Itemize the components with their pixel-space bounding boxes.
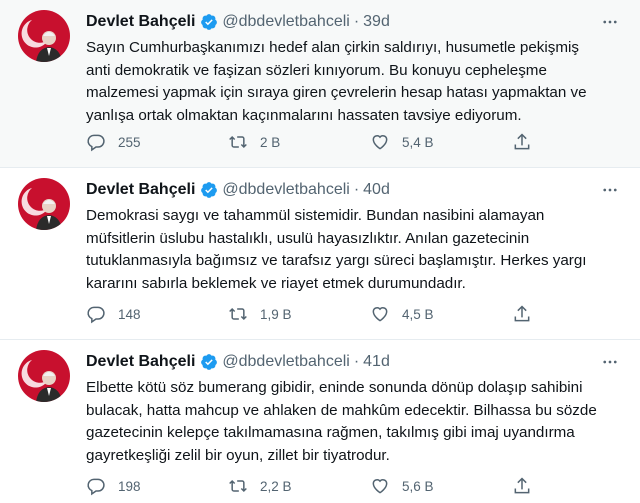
- reply-icon: [87, 134, 105, 152]
- separator-dot: ·: [353, 13, 360, 30]
- tweet-line: gazetecinin kelepçe takılmamasına rağmen…: [86, 424, 575, 441]
- heart-icon: [372, 135, 388, 150]
- retweet-button[interactable]: 2,2 B: [228, 475, 292, 497]
- reply-button[interactable]: 198: [86, 475, 141, 497]
- avatar[interactable]: [18, 350, 70, 402]
- tweet-line: tutuklanmasıyla bağımsız ve tarafsız yar…: [86, 252, 587, 269]
- avatar[interactable]: [18, 178, 70, 230]
- author-handle[interactable]: @dbdevletbahceli: [222, 12, 349, 32]
- retweet-button[interactable]: 2 B: [228, 131, 280, 153]
- separator-dot: ·: [353, 353, 360, 370]
- retweet-button[interactable]: 1,9 B: [228, 303, 292, 325]
- tweet[interactable]: Devlet Bahçeli @dbdevletbahceli · 40d De…: [0, 168, 640, 340]
- tweet-text: Sayın Cumhurbaşkanımızı hedef alan çirki…: [86, 37, 622, 127]
- retweet-icon: [229, 479, 247, 493]
- author-name[interactable]: Devlet Bahçeli: [86, 12, 195, 32]
- reply-count: 198: [118, 478, 141, 494]
- tweet-text: Elbette kötü söz bumerang gibidir, enind…: [86, 377, 622, 467]
- retweet-count: 2 B: [260, 134, 281, 150]
- tweet-line: Elbette kötü söz bumerang gibidir, enind…: [86, 379, 583, 396]
- retweet-count: 2,2 B: [260, 478, 292, 494]
- tweet-line: bulacak, hatta mahcup ve ahlaken de mahk…: [86, 401, 597, 419]
- like-button[interactable]: 5,4 B: [370, 131, 434, 153]
- more-options-icon[interactable]: [598, 10, 622, 34]
- tweet[interactable]: Devlet Bahçeli @dbdevletbahceli · 41d El…: [0, 340, 640, 503]
- retweet-count: 1,9 B: [260, 306, 292, 322]
- like-count: 5,6 B: [402, 478, 434, 494]
- tweet-line: gayretkeşliği zelil bir oyun, zillet bir…: [86, 446, 390, 464]
- reply-count: 148: [118, 306, 141, 322]
- share-button[interactable]: [512, 475, 532, 497]
- tweet-line: müfsitlerin üslubu hastalıklı, usulü hay…: [86, 229, 530, 247]
- share-icon: [514, 133, 530, 150]
- like-button[interactable]: 4,5 B: [370, 303, 434, 325]
- share-button[interactable]: [512, 131, 532, 153]
- tweet-actions: 198 2,2 B 5,6 B: [86, 475, 556, 497]
- like-count: 5,4 B: [402, 134, 434, 150]
- avatar[interactable]: [18, 10, 70, 62]
- tweet-line: Demokrasi saygı ve tahammül sistemidir. …: [86, 207, 545, 224]
- share-button[interactable]: [512, 303, 532, 325]
- reply-icon: [87, 306, 105, 324]
- author-handle[interactable]: @dbdevletbahceli: [222, 352, 349, 372]
- tweet-text: Demokrasi saygı ve tahammül sistemidir. …: [86, 205, 622, 295]
- more-options-icon[interactable]: [598, 350, 622, 374]
- retweet-icon: [229, 135, 247, 149]
- share-icon: [514, 305, 530, 322]
- verified-badge-icon: [200, 353, 218, 371]
- tweet-line: Sayın Cumhurbaşkanımızı hedef alan çirki…: [86, 39, 579, 56]
- like-button[interactable]: 5,6 B: [370, 475, 434, 497]
- author-name[interactable]: Devlet Bahçeli: [86, 180, 195, 200]
- reply-icon: [87, 478, 105, 496]
- tweet[interactable]: Devlet Bahçeli @dbdevletbahceli · 39d Sa…: [0, 0, 640, 168]
- tweet-line: kararını sabırla beklemek ve riayet etme…: [86, 274, 466, 292]
- reply-count: 255: [118, 134, 141, 150]
- timestamp[interactable]: 39d: [363, 12, 390, 32]
- verified-badge-icon: [200, 13, 218, 31]
- heart-icon: [372, 479, 388, 494]
- retweet-icon: [229, 307, 247, 321]
- tweet-line: yanlışa ortak olmaktan kaçınmalarını has…: [86, 106, 522, 124]
- heart-icon: [372, 307, 388, 322]
- share-icon: [514, 477, 530, 494]
- reply-button[interactable]: 255: [86, 131, 141, 153]
- tweet-line: malzemesi yapmak için sıraya giren çevre…: [86, 84, 587, 101]
- reply-button[interactable]: 148: [86, 303, 141, 325]
- author-handle[interactable]: @dbdevletbahceli: [222, 180, 349, 200]
- separator-dot: ·: [353, 181, 360, 198]
- tweet-actions: 255 2 B 5,4 B: [86, 131, 556, 153]
- more-options-icon[interactable]: [598, 178, 622, 202]
- like-count: 4,5 B: [402, 306, 434, 322]
- timestamp[interactable]: 41d: [363, 352, 390, 372]
- author-name[interactable]: Devlet Bahçeli: [86, 352, 195, 372]
- timestamp[interactable]: 40d: [363, 180, 390, 200]
- tweet-actions: 148 1,9 B 4,5 B: [86, 303, 556, 325]
- verified-badge-icon: [200, 181, 218, 199]
- tweet-line: anti demokratik ve faşizan sözleri kınıy…: [86, 61, 547, 79]
